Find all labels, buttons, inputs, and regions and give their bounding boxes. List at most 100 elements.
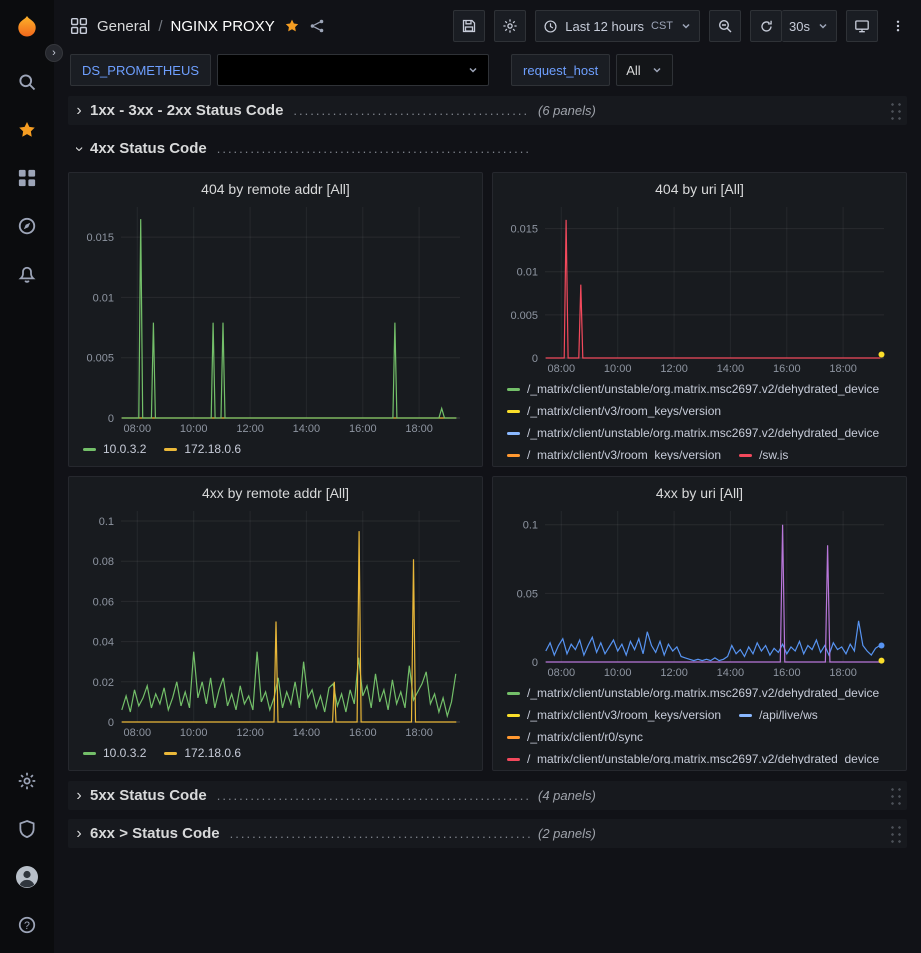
share-icon[interactable] bbox=[309, 18, 325, 34]
svg-text:08:00: 08:00 bbox=[124, 423, 152, 435]
panel-chart[interactable]: 08:0010:0012:0014:0016:0018:0000.0050.01… bbox=[501, 201, 898, 376]
legend-item[interactable]: 10.0.3.2 bbox=[83, 439, 146, 459]
sidebar-expand-toggle[interactable]: › bbox=[45, 44, 63, 62]
legend-item[interactable]: /_matrix/client/unstable/org.matrix.msc2… bbox=[507, 423, 879, 443]
legend-label: 172.18.0.6 bbox=[184, 442, 241, 456]
row-header-4xx-status-code[interactable]: ›4xx Status Code........................… bbox=[68, 134, 907, 163]
panel-title[interactable]: 404 by remote addr [All] bbox=[77, 177, 474, 201]
save-dashboard-button[interactable] bbox=[453, 10, 485, 42]
row-collapse-chevron-icon: › bbox=[68, 102, 90, 120]
time-range-picker[interactable]: Last 12 hours CST bbox=[535, 10, 700, 42]
sidebar-item-favorites[interactable] bbox=[0, 106, 54, 154]
dashboard-header: General / NGINX PROXY bbox=[54, 0, 921, 52]
legend-item[interactable]: 172.18.0.6 bbox=[164, 743, 241, 763]
shield-icon bbox=[17, 819, 37, 839]
panel-chart[interactable]: 08:0010:0012:0014:0016:0018:0000.0050.01… bbox=[77, 201, 474, 436]
row-drag-handle[interactable] bbox=[888, 99, 903, 123]
apps-grid-icon bbox=[17, 168, 37, 188]
breadcrumb-title: NGINX PROXY bbox=[171, 18, 275, 35]
panel-4xx-by-remote-addr-all: 4xx by remote addr [All]08:0010:0012:001… bbox=[68, 476, 483, 771]
legend-swatch bbox=[507, 432, 520, 435]
panel-chart[interactable]: 08:0010:0012:0014:0016:0018:0000.020.040… bbox=[77, 505, 474, 740]
sidebar-item-help[interactable]: ? bbox=[0, 901, 54, 949]
row-drag-handle[interactable] bbox=[888, 822, 903, 846]
legend-swatch bbox=[507, 758, 520, 761]
legend-item[interactable]: /_matrix/client/unstable/org.matrix.msc2… bbox=[507, 683, 879, 703]
legend-item[interactable]: /_matrix/client/v3/room_keys/version bbox=[507, 705, 721, 725]
legend-item[interactable]: /_matrix/client/unstable/org.matrix.msc2… bbox=[507, 379, 879, 399]
sidebar-item-settings[interactable] bbox=[0, 757, 54, 805]
svg-text:18:00: 18:00 bbox=[405, 727, 433, 739]
dashboard-canvas: ›1xx - 3xx - 2xx Status Code............… bbox=[54, 88, 921, 953]
panel-legend: /_matrix/client/unstable/org.matrix.msc2… bbox=[501, 376, 898, 460]
zoom-out-button[interactable] bbox=[709, 10, 741, 42]
svg-text:18:00: 18:00 bbox=[405, 423, 433, 435]
row-title: 6xx > Status Code bbox=[90, 825, 220, 842]
svg-text:10:00: 10:00 bbox=[180, 727, 208, 739]
sidebar-item-search[interactable] bbox=[0, 58, 54, 106]
svg-text:16:00: 16:00 bbox=[773, 667, 801, 679]
grafana-logo[interactable] bbox=[0, 8, 54, 48]
dashboard-rows: ›1xx - 3xx - 2xx Status Code............… bbox=[68, 96, 907, 848]
svg-text:10:00: 10:00 bbox=[604, 363, 632, 375]
row-header-1xx-3xx-2xx-status-code[interactable]: ›1xx - 3xx - 2xx Status Code............… bbox=[68, 96, 907, 125]
request-host-select[interactable]: All bbox=[616, 54, 672, 86]
refresh-icon bbox=[759, 19, 774, 34]
sidebar-item-admin[interactable] bbox=[0, 805, 54, 853]
legend-item[interactable]: 10.0.3.2 bbox=[83, 743, 146, 763]
legend-label: 10.0.3.2 bbox=[103, 746, 146, 760]
caret-down-icon bbox=[467, 64, 479, 76]
legend-label: 10.0.3.2 bbox=[103, 442, 146, 456]
sidebar-item-profile[interactable] bbox=[0, 853, 54, 901]
row-title: 1xx - 3xx - 2xx Status Code bbox=[90, 102, 283, 119]
sidebar-item-alerting[interactable] bbox=[0, 250, 54, 298]
legend-item[interactable]: 172.18.0.6 bbox=[164, 439, 241, 459]
svg-text:0.04: 0.04 bbox=[93, 637, 114, 649]
row-header-6xx-status-code[interactable]: ›6xx > Status Code......................… bbox=[68, 819, 907, 848]
monitor-icon bbox=[854, 18, 870, 34]
panel-title[interactable]: 4xx by uri [All] bbox=[501, 481, 898, 505]
legend-swatch bbox=[739, 454, 752, 457]
apps-grid-icon bbox=[70, 17, 88, 35]
legend-item[interactable]: /_matrix/client/v3/room_keys/version bbox=[507, 445, 721, 460]
panel-title[interactable]: 404 by uri [All] bbox=[501, 177, 898, 201]
dashboard-settings-button[interactable] bbox=[494, 10, 526, 42]
cycle-view-button[interactable] bbox=[846, 10, 878, 42]
svg-text:12:00: 12:00 bbox=[236, 727, 264, 739]
legend-swatch bbox=[507, 714, 520, 717]
variable-label: DS_PROMETHEUS bbox=[70, 54, 211, 86]
legend-item[interactable]: /_matrix/client/r0/sync bbox=[507, 727, 643, 747]
more-options-icon[interactable] bbox=[887, 18, 909, 34]
row-title: 5xx Status Code bbox=[90, 787, 207, 804]
refresh-interval-picker[interactable]: 30s bbox=[782, 10, 837, 42]
nav-sidebar: ? bbox=[0, 0, 54, 953]
caret-down-icon bbox=[651, 64, 663, 76]
sidebar-item-dashboards[interactable] bbox=[0, 154, 54, 202]
svg-text:0.015: 0.015 bbox=[86, 232, 114, 244]
row-title: 4xx Status Code bbox=[90, 140, 207, 157]
ds-prometheus-select[interactable] bbox=[217, 54, 489, 86]
row-drag-handle[interactable] bbox=[888, 784, 903, 808]
legend-item[interactable]: /api/live/ws bbox=[739, 705, 818, 725]
clock-icon bbox=[543, 19, 558, 34]
row-header-5xx-status-code[interactable]: ›5xx Status Code........................… bbox=[68, 781, 907, 810]
legend-item[interactable]: /_matrix/client/v3/room_keys/version bbox=[507, 401, 721, 421]
sidebar-item-explore[interactable] bbox=[0, 202, 54, 250]
bell-icon bbox=[17, 264, 37, 284]
svg-text:16:00: 16:00 bbox=[349, 727, 377, 739]
legend-item[interactable]: /_matrix/client/unstable/org.matrix.msc2… bbox=[507, 749, 879, 764]
panel-404-by-remote-addr-all: 404 by remote addr [All]08:0010:0012:001… bbox=[68, 172, 483, 467]
refresh-button[interactable] bbox=[750, 10, 782, 42]
favorite-star-icon[interactable] bbox=[284, 18, 300, 34]
panel-chart[interactable]: 08:0010:0012:0014:0016:0018:0000.050.1 bbox=[501, 505, 898, 680]
legend-label: /_matrix/client/v3/room_keys/version bbox=[527, 708, 721, 722]
svg-text:14:00: 14:00 bbox=[717, 363, 745, 375]
legend-item[interactable]: /sw.js bbox=[739, 445, 788, 460]
breadcrumb: General / NGINX PROXY bbox=[97, 18, 275, 35]
legend-label: /api/live/ws bbox=[759, 708, 818, 722]
panel-title[interactable]: 4xx by remote addr [All] bbox=[77, 481, 474, 505]
svg-text:10:00: 10:00 bbox=[180, 423, 208, 435]
legend-swatch bbox=[164, 752, 177, 755]
breadcrumb-section[interactable]: General bbox=[97, 18, 150, 35]
svg-text:08:00: 08:00 bbox=[548, 363, 576, 375]
